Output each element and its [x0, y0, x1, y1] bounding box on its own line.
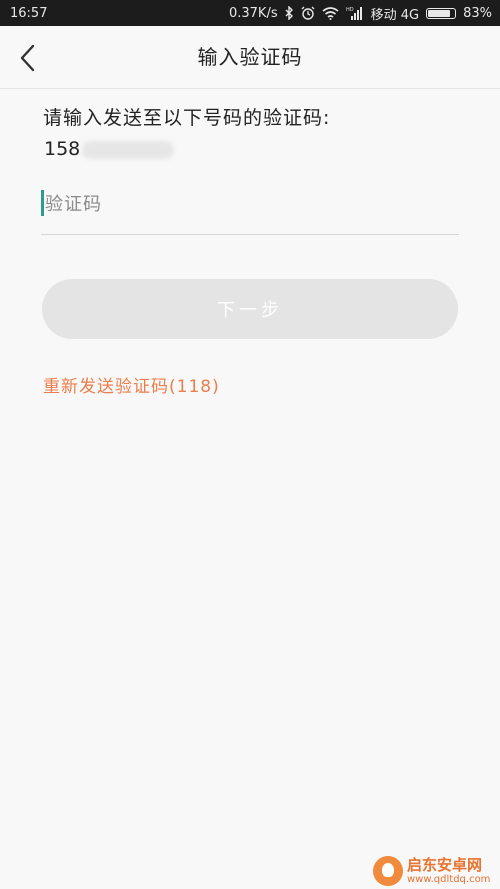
page-title: 输入验证码 [197, 45, 303, 69]
status-icons: 0.37K/s HD 移动 4G 83% [229, 4, 492, 23]
phone-number: 158 [44, 138, 175, 160]
alarm-icon [301, 6, 315, 20]
verification-prompt: 请输入发送至以下号码的验证码: [43, 107, 331, 129]
app-header: 输入验证码 [0, 26, 500, 89]
watermark-name: 启东安卓网 [407, 856, 483, 875]
next-step-button[interactable]: 下一步 [42, 279, 458, 339]
wifi-icon [322, 6, 339, 20]
bluetooth-icon [285, 6, 294, 20]
carrier-label: 移动 4G [370, 7, 420, 23]
watermark-logo-icon [373, 856, 403, 886]
status-bar: 16:57 0.37K/s HD 移动 4G 83% [0, 0, 500, 26]
watermark-text: 启东安卓网 www.qdltdq.com [407, 857, 490, 885]
phone-number-visible: 158 [44, 138, 81, 160]
phone-number-redacted [82, 140, 175, 159]
status-time: 16:57 [10, 5, 48, 21]
hd-label: HD [346, 7, 354, 13]
site-watermark: 启东安卓网 www.qdltdq.com [373, 853, 500, 889]
resend-code-link[interactable]: 重新发送验证码(118) [43, 372, 220, 397]
signal-hd-icon: HD [346, 6, 364, 20]
text-caret [41, 190, 44, 216]
network-speed: 0.37K/s [228, 5, 278, 21]
battery-icon [426, 7, 457, 19]
battery-percent: 83% [463, 5, 492, 21]
code-input-field [41, 184, 459, 235]
verification-code-input[interactable] [45, 184, 455, 224]
battery-fill [428, 9, 450, 17]
watermark-url: www.qdltdq.com [407, 873, 491, 885]
